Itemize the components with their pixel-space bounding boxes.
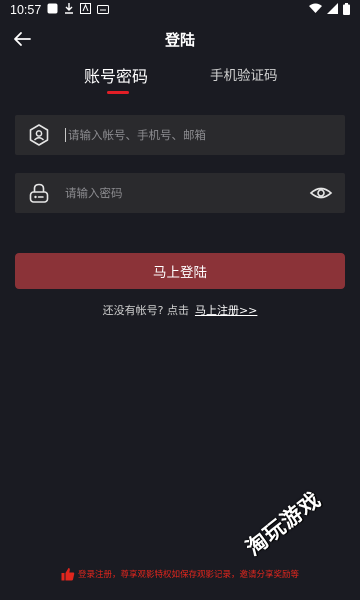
register-prompt-text: 还没有帐号? 点击 xyxy=(102,304,189,317)
notification-icon xyxy=(47,3,58,17)
login-tabs: 账号密码 手机验证码 xyxy=(0,64,360,94)
user-shield-icon xyxy=(27,123,51,147)
battery-icon xyxy=(343,2,350,18)
lock-icon xyxy=(27,181,51,205)
active-tab-indicator xyxy=(107,91,129,94)
download-icon xyxy=(64,3,74,17)
status-bar: 10:57 xyxy=(0,0,360,20)
login-button[interactable]: 马上登陆 xyxy=(15,253,345,289)
thumbs-up-icon xyxy=(61,567,75,581)
footer-note-text: 登录注册，尊享观影特权如保存观影记录，邀请分享奖励等 xyxy=(77,570,299,580)
page-title: 登陆 xyxy=(164,31,195,49)
wifi-icon xyxy=(309,3,322,17)
text-cursor xyxy=(65,128,66,142)
app-icon xyxy=(80,3,92,17)
password-field[interactable] xyxy=(15,173,345,213)
register-link[interactable]: 马上注册>> xyxy=(195,304,257,317)
username-field[interactable] xyxy=(15,115,345,155)
username-input[interactable] xyxy=(68,128,345,142)
tab-account-password[interactable]: 账号密码 xyxy=(84,63,148,87)
tab-phone-code[interactable]: 手机验证码 xyxy=(210,64,278,84)
header: 登陆 xyxy=(0,26,360,54)
status-time: 10:57 xyxy=(10,3,42,17)
register-prompt: 还没有帐号? 点击 马上注册>> xyxy=(0,302,360,318)
keyboard-icon xyxy=(97,3,110,17)
footer-note: 登录注册，尊享观影特权如保存观影记录，邀请分享奖励等 xyxy=(0,567,360,581)
show-password-eye-icon[interactable] xyxy=(309,181,333,205)
password-input[interactable] xyxy=(65,186,309,200)
signal-icon xyxy=(327,3,338,17)
